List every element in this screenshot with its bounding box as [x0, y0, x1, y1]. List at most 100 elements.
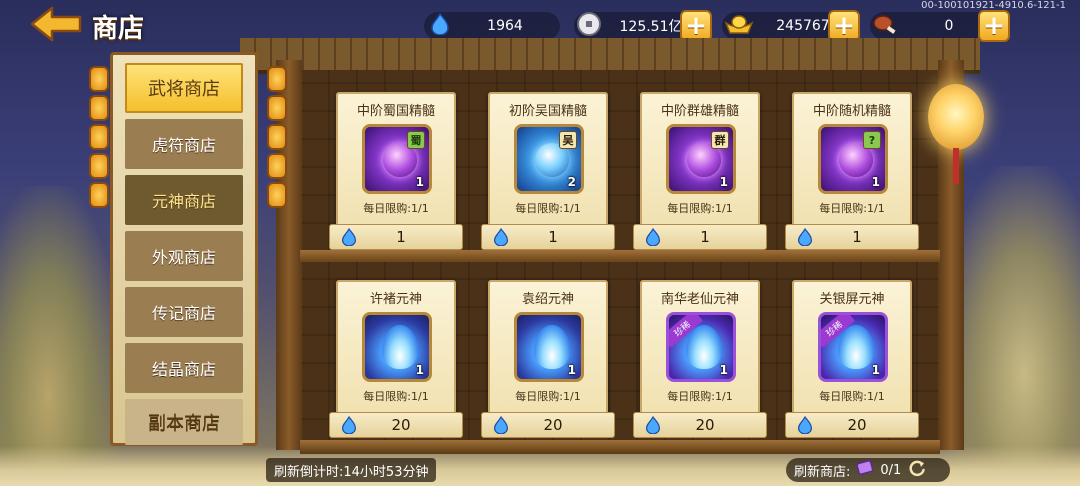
- shop-item-card[interactable]: 中阶随机精髓 ? 1 每日限购:1/1: [792, 92, 912, 232]
- refresh-icon: [909, 460, 926, 477]
- price-value: 20: [391, 416, 411, 434]
- add-meat-button[interactable]: +: [978, 10, 1010, 42]
- shop-item-card[interactable]: 初阶吴国精髓 吴 2 每日限购:1/1: [488, 92, 608, 232]
- tab-spirit-shop[interactable]: 元神商店: [125, 175, 243, 225]
- blue-soul-icon: [642, 414, 664, 436]
- item-count: 1: [415, 175, 424, 189]
- item-count: 1: [871, 363, 880, 377]
- tab-crystal-shop[interactable]: 结晶商店: [125, 343, 243, 393]
- background-tree-left: [0, 186, 120, 486]
- price-button[interactable]: 20: [633, 412, 767, 438]
- blue-soul-icon: [338, 414, 360, 436]
- essence-orb-icon: ? 1: [818, 124, 888, 194]
- purchase-limit: 每日限购:1/1: [667, 390, 733, 403]
- item-count: 1: [719, 175, 728, 189]
- price-value: 1: [700, 228, 710, 246]
- lantern-tassel: [953, 148, 959, 184]
- shop-item-card[interactable]: 关银屏元神 珍稀 1 每日限购:1/1: [792, 280, 912, 420]
- essence-orb-icon: 吴 2: [514, 124, 584, 194]
- item-name: 中阶群雄精髓: [660, 104, 739, 119]
- blue-soul-icon: [490, 414, 512, 436]
- price-value: 20: [695, 416, 715, 434]
- price-value: 20: [543, 416, 563, 434]
- faction-badge: 吴: [559, 131, 577, 149]
- spirit-flame-icon: 1: [514, 312, 584, 382]
- item-name: 南华老仙元神: [660, 292, 739, 307]
- shop-item-card[interactable]: 中阶蜀国精髓 蜀 1 每日限购:1/1: [336, 92, 456, 232]
- faction-badge: 群: [711, 131, 729, 149]
- purchase-limit: 每日限购:1/1: [667, 202, 733, 215]
- lantern-string-left: [88, 66, 110, 211]
- silver-coin-icon: [576, 11, 602, 41]
- spirit-flame-icon: 珍稀 1: [818, 312, 888, 382]
- refresh-count: 0/1: [880, 462, 902, 478]
- item-count: 1: [415, 363, 424, 377]
- item-name: 关银屏元神: [819, 292, 885, 307]
- blue-soul-icon: [430, 12, 450, 39]
- purchase-limit: 每日限购:1/1: [515, 202, 581, 215]
- blue-soul-icon: [794, 226, 816, 248]
- shop-item-card[interactable]: 南华老仙元神 珍稀 1 每日限购:1/1: [640, 280, 760, 420]
- price-button[interactable]: 1: [481, 224, 615, 250]
- purchase-limit: 每日限购:1/1: [363, 202, 429, 215]
- shop-item-card[interactable]: 袁绍元神 1 每日限购:1/1: [488, 280, 608, 420]
- back-button[interactable]: [28, 4, 84, 44]
- page-title: 商店: [92, 14, 145, 44]
- price-button[interactable]: 20: [785, 412, 919, 438]
- refresh-countdown: 刷新倒计时:14小时53分钟: [266, 458, 437, 482]
- gold-ingot-icon: [724, 13, 754, 39]
- item-name: 初阶吴国精髓: [508, 104, 587, 119]
- shelf-middle: [300, 250, 940, 262]
- price-value: 1: [548, 228, 558, 246]
- hanging-lantern-icon: [928, 84, 984, 150]
- version-text: 00-100101921-4910.6-121-1: [921, 0, 1066, 11]
- essence-orb-icon: 蜀 1: [362, 124, 432, 194]
- lantern-string-right: [266, 66, 288, 211]
- item-count: 1: [871, 175, 880, 189]
- blue-soul-icon: [490, 226, 512, 248]
- spirit-flame-icon: 珍稀 1: [666, 312, 736, 382]
- price-button[interactable]: 20: [481, 412, 615, 438]
- tab-appearance-shop[interactable]: 外观商店: [125, 231, 243, 281]
- item-count: 1: [567, 363, 576, 377]
- refresh-button[interactable]: [907, 458, 927, 482]
- shop-category-sidebar: 武将商店 虎符商店 元神商店 外观商店 传记商店 结晶商店 副本商店: [110, 52, 258, 446]
- back-arrow-icon: [30, 6, 82, 42]
- item-name: 袁绍元神: [521, 292, 574, 307]
- item-name: 中阶蜀国精髓: [356, 104, 435, 119]
- tab-biography-shop[interactable]: 传记商店: [125, 287, 243, 337]
- blue-soul-icon: [338, 226, 360, 248]
- blue-soul-icon: [794, 414, 816, 436]
- blue-soul-icon: [642, 226, 664, 248]
- spirit-flame-icon: 1: [362, 312, 432, 382]
- refresh-shop-label: 刷新商店:: [794, 464, 851, 480]
- price-button[interactable]: 20: [329, 412, 463, 438]
- price-value: 1: [852, 228, 862, 246]
- purchase-limit: 每日限购:1/1: [363, 390, 429, 403]
- purchase-limit: 每日限购:1/1: [515, 390, 581, 403]
- essence-orb-icon: 群 1: [666, 124, 736, 194]
- price-button[interactable]: 1: [785, 224, 919, 250]
- price-button[interactable]: 1: [329, 224, 463, 250]
- faction-badge: 蜀: [407, 131, 425, 149]
- refresh-shop-bar: 刷新商店: 0/1: [786, 458, 950, 482]
- blue-soul-value: 1964: [487, 18, 523, 34]
- shelf-bottom: [300, 440, 940, 454]
- tab-tiger-tally-shop[interactable]: 虎符商店: [125, 119, 243, 169]
- shop-item-card[interactable]: 许褚元神 1 每日限购:1/1: [336, 280, 456, 420]
- item-name: 许褚元神: [369, 292, 422, 307]
- tab-dungeon-shop[interactable]: 副本商店: [125, 399, 243, 445]
- shop-item-card[interactable]: 中阶群雄精髓 群 1 每日限购:1/1: [640, 92, 760, 232]
- item-count: 2: [567, 175, 576, 189]
- tab-general-shop[interactable]: 武将商店: [125, 63, 243, 113]
- purchase-limit: 每日限购:1/1: [819, 202, 885, 215]
- refresh-token-icon: [856, 459, 876, 481]
- purchase-limit: 每日限购:1/1: [819, 390, 885, 403]
- item-name: 中阶随机精髓: [812, 104, 891, 119]
- price-button[interactable]: 1: [633, 224, 767, 250]
- meat-icon: [872, 12, 898, 40]
- price-value: 1: [396, 228, 406, 246]
- shop-roof: [240, 38, 980, 74]
- faction-badge: ?: [863, 131, 881, 149]
- price-value: 20: [847, 416, 867, 434]
